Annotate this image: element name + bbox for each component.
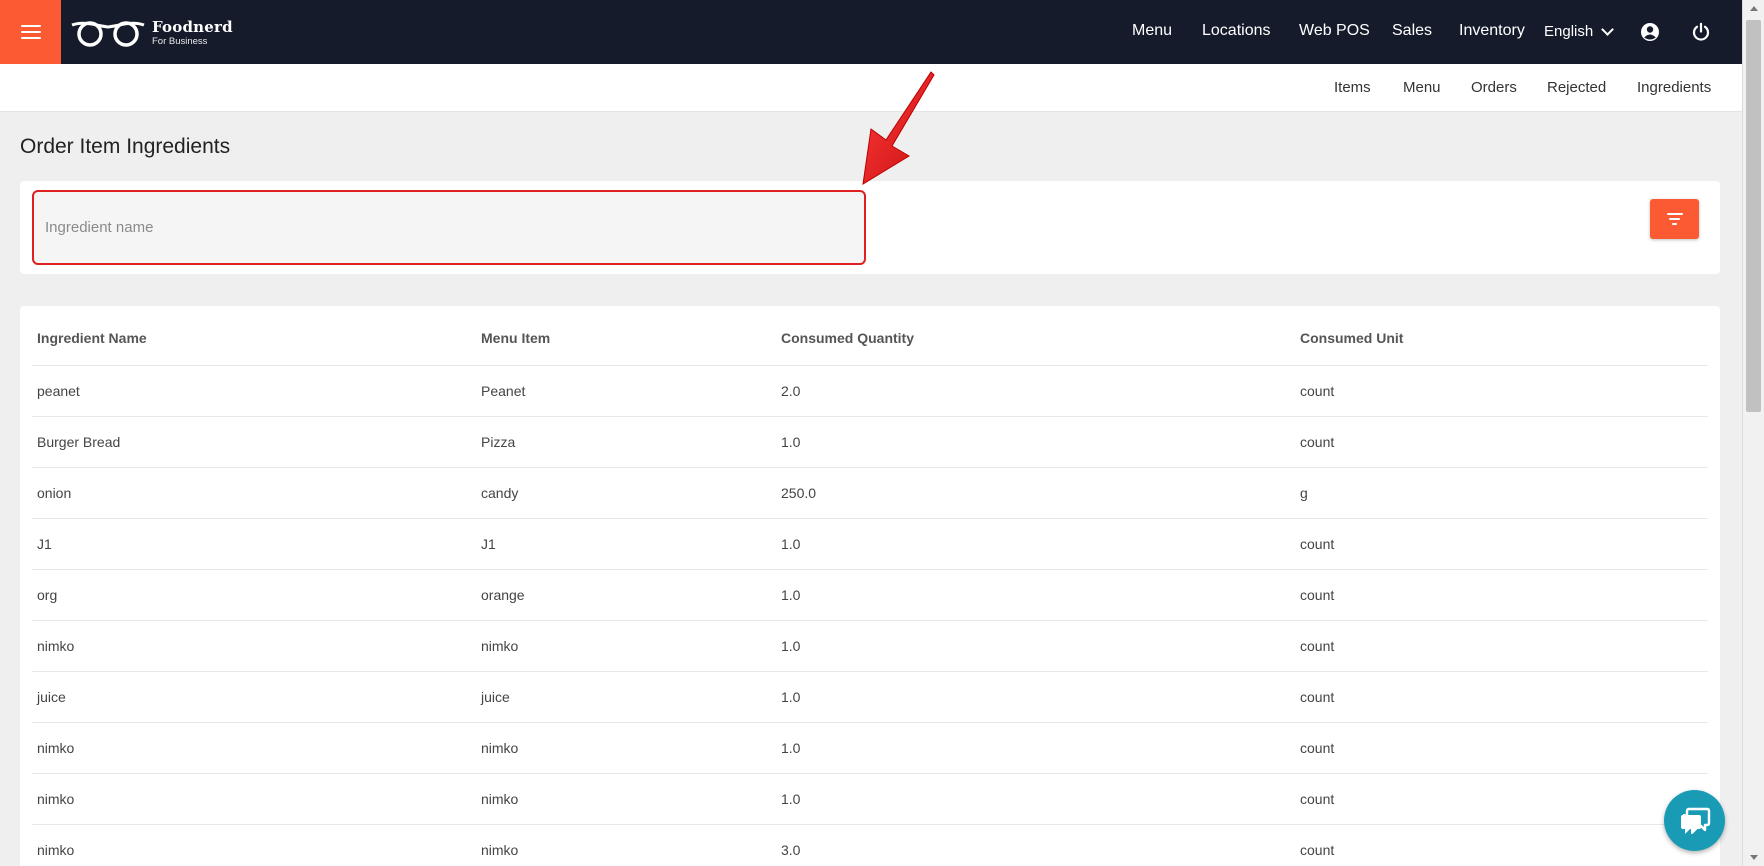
- table-row[interactable]: nimko nimko 3.0 count: [32, 824, 1708, 866]
- cell-ingredient-name: nimko: [32, 773, 476, 825]
- cell-consumed-unit: count: [1295, 569, 1708, 621]
- table-row[interactable]: nimko nimko 1.0 count: [32, 620, 1708, 672]
- table-row[interactable]: nimko nimko 1.0 count: [32, 722, 1708, 774]
- nav-inventory[interactable]: Inventory: [1459, 22, 1525, 40]
- cell-menu-item: nimko: [476, 773, 776, 825]
- language-select[interactable]: English: [1544, 22, 1615, 40]
- vertical-scrollbar[interactable]: [1742, 0, 1764, 866]
- table-row[interactable]: peanet Peanet 2.0 count: [32, 365, 1708, 417]
- cell-menu-item: Pizza: [476, 416, 776, 468]
- cell-consumed-quantity: 2.0: [776, 365, 1295, 417]
- power-icon[interactable]: [1691, 22, 1711, 42]
- cell-consumed-quantity: 1.0: [776, 620, 1295, 672]
- table-row[interactable]: nimko nimko 1.0 count: [32, 773, 1708, 825]
- cell-ingredient-name: org: [32, 569, 476, 621]
- cell-menu-item: J1: [476, 518, 776, 570]
- cell-consumed-quantity: 1.0: [776, 569, 1295, 621]
- chat-support-button[interactable]: [1664, 790, 1725, 851]
- sub-navbar: Items Menu Orders Rejected Ingredients: [0, 64, 1742, 112]
- cell-consumed-unit: count: [1295, 620, 1708, 672]
- cell-ingredient-name: nimko: [32, 620, 476, 672]
- nav-sales[interactable]: Sales: [1392, 22, 1432, 40]
- cell-consumed-quantity: 1.0: [776, 518, 1295, 570]
- user-icon[interactable]: [1640, 22, 1660, 42]
- cell-ingredient-name: nimko: [32, 722, 476, 774]
- cell-menu-item: candy: [476, 467, 776, 519]
- language-label: English: [1544, 23, 1594, 40]
- cell-consumed-unit: count: [1295, 722, 1708, 774]
- cell-consumed-unit: count: [1295, 773, 1708, 825]
- table-row[interactable]: org orange 1.0 count: [32, 569, 1708, 621]
- ingredients-table-card: Ingredient Name Menu Item Consumed Quant…: [20, 306, 1720, 866]
- chevron-down-icon: [1601, 22, 1615, 36]
- header-consumed-unit[interactable]: Consumed Unit: [1295, 306, 1708, 366]
- cell-ingredient-name: nimko: [32, 824, 476, 866]
- cell-consumed-quantity: 250.0: [776, 467, 1295, 519]
- brand-tagline: For Business: [152, 35, 208, 47]
- cell-consumed-quantity: 1.0: [776, 773, 1295, 825]
- cell-consumed-unit: count: [1295, 824, 1708, 866]
- cell-consumed-quantity: 1.0: [776, 722, 1295, 774]
- header-ingredient-name[interactable]: Ingredient Name: [32, 306, 476, 366]
- cell-consumed-unit: g: [1295, 467, 1708, 519]
- filter-icon: [1666, 213, 1683, 215]
- top-navbar: Foodnerd For Business Menu Locations Web…: [0, 0, 1742, 64]
- cell-consumed-unit: count: [1295, 365, 1708, 417]
- cell-consumed-unit: count: [1295, 518, 1708, 570]
- subnav-ingredients[interactable]: Ingredients: [1637, 79, 1711, 96]
- table-row[interactable]: J1 J1 1.0 count: [32, 518, 1708, 570]
- nav-web-pos[interactable]: Web POS: [1299, 22, 1370, 40]
- cell-ingredient-name: peanet: [32, 365, 476, 417]
- filter-button[interactable]: [1650, 199, 1699, 239]
- subnav-orders[interactable]: Orders: [1471, 79, 1517, 96]
- cell-menu-item: nimko: [476, 620, 776, 672]
- ingredient-name-input[interactable]: [32, 190, 866, 265]
- chat-bubble-icon: [1680, 807, 1710, 834]
- cell-menu-item: Peanet: [476, 365, 776, 417]
- table-row[interactable]: juice juice 1.0 count: [32, 671, 1708, 723]
- cell-consumed-quantity: 3.0: [776, 824, 1295, 866]
- ingredients-table: Ingredient Name Menu Item Consumed Quant…: [32, 306, 1708, 866]
- table-row[interactable]: onion candy 250.0 g: [32, 467, 1708, 519]
- glasses-logo-icon: [71, 21, 145, 47]
- cell-menu-item: juice: [476, 671, 776, 723]
- page-title: Order Item Ingredients: [20, 135, 231, 158]
- nav-locations[interactable]: Locations: [1202, 22, 1271, 40]
- brand-logo[interactable]: Foodnerd For Business: [70, 17, 233, 49]
- scroll-thumb[interactable]: [1746, 20, 1761, 412]
- menu-icon: [20, 25, 41, 39]
- cell-consumed-unit: count: [1295, 416, 1708, 468]
- subnav-rejected[interactable]: Rejected: [1547, 79, 1606, 96]
- cell-menu-item: orange: [476, 569, 776, 621]
- header-menu-item[interactable]: Menu Item: [476, 306, 776, 366]
- table-row[interactable]: Burger Bread Pizza 1.0 count: [32, 416, 1708, 468]
- scroll-up-arrow-icon[interactable]: [1750, 6, 1758, 11]
- cell-menu-item: nimko: [476, 722, 776, 774]
- cell-ingredient-name: onion: [32, 467, 476, 519]
- cell-menu-item: nimko: [476, 824, 776, 866]
- cell-consumed-quantity: 1.0: [776, 416, 1295, 468]
- nav-menu[interactable]: Menu: [1132, 22, 1172, 40]
- cell-consumed-quantity: 1.0: [776, 671, 1295, 723]
- cell-ingredient-name: Burger Bread: [32, 416, 476, 468]
- scroll-down-arrow-icon[interactable]: [1750, 855, 1758, 860]
- filter-card: [20, 181, 1720, 274]
- header-consumed-quantity[interactable]: Consumed Quantity: [776, 306, 1295, 366]
- table-header-row: Ingredient Name Menu Item Consumed Quant…: [32, 306, 1708, 366]
- brand-name: Foodnerd: [152, 17, 233, 36]
- hamburger-menu-button[interactable]: [0, 0, 61, 64]
- cell-ingredient-name: J1: [32, 518, 476, 570]
- cell-consumed-unit: count: [1295, 671, 1708, 723]
- subnav-menu[interactable]: Menu: [1403, 79, 1441, 96]
- cell-ingredient-name: juice: [32, 671, 476, 723]
- subnav-items[interactable]: Items: [1334, 79, 1371, 96]
